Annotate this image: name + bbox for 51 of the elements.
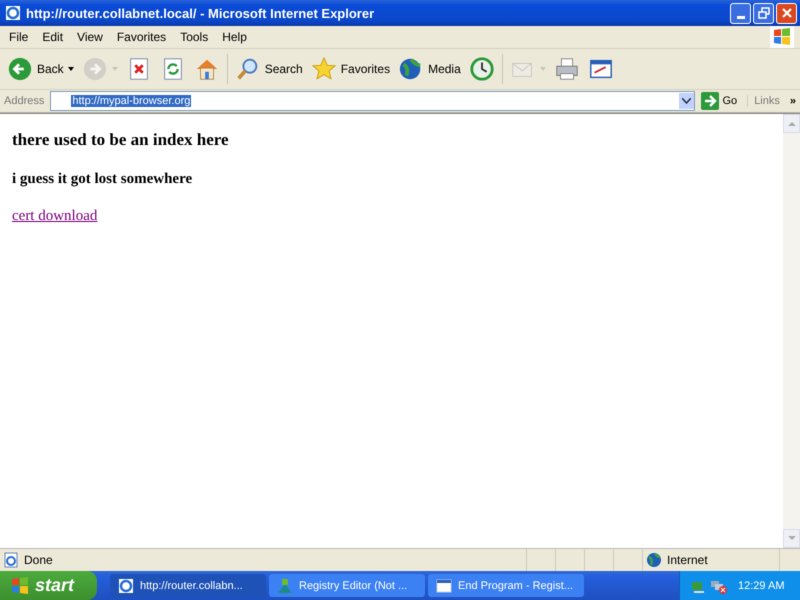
taskbar-button[interactable]: http://router.collabn... — [110, 574, 266, 597]
registry-icon — [277, 578, 293, 594]
browser-icon — [118, 578, 134, 594]
window-icon — [436, 578, 452, 594]
close-icon — [780, 7, 792, 19]
close-button[interactable] — [776, 2, 797, 24]
menu-item[interactable]: File — [2, 28, 36, 46]
menu-item[interactable]: Help — [215, 28, 254, 46]
page-subheading: i guess it got lost somewhere — [12, 171, 194, 188]
caret-icon — [682, 98, 690, 104]
browser-icon — [5, 5, 21, 21]
menu-item[interactable]: Edit — [35, 28, 70, 46]
windows-logo-icon — [10, 576, 30, 596]
scroll-down-button[interactable] — [783, 529, 800, 548]
clock: 12:29 AM — [738, 580, 784, 592]
status-text: Done — [24, 553, 53, 567]
right-arrow-icon — [700, 92, 718, 110]
download-link[interactable]: cert download — [12, 208, 98, 224]
menu-item[interactable]: View — [70, 28, 110, 46]
menu-item[interactable]: Tools — [173, 28, 216, 46]
links-button[interactable]: Links — [747, 95, 786, 107]
page-heading: there used to be an index here — [12, 130, 230, 150]
restore-icon — [758, 7, 770, 19]
taskbar-button[interactable]: End Program - Regist... — [428, 574, 584, 597]
more-links-button[interactable]: » — [786, 95, 800, 107]
media-button[interactable]: Media — [395, 54, 464, 84]
page-icon — [3, 552, 19, 568]
minimize-button[interactable] — [730, 2, 751, 24]
search-button[interactable]: Search — [232, 54, 306, 84]
caret-icon[interactable] — [68, 67, 74, 71]
go-button[interactable]: Go — [694, 92, 748, 110]
star-icon — [310, 56, 337, 82]
scroll-up-button[interactable] — [783, 114, 800, 133]
globe-icon — [646, 552, 662, 568]
restore-button[interactable] — [753, 2, 774, 24]
address-field[interactable]: http://mypal-browser.org — [50, 91, 694, 111]
favorites-button[interactable]: Favorites — [308, 54, 394, 84]
back-button[interactable]: Back — [4, 54, 77, 84]
window-title: http://router.collabnet.local/ - Microsoft Internet Explorer — [26, 6, 376, 20]
address-label: Address — [3, 95, 46, 107]
printer-icon — [554, 56, 580, 82]
menu-item[interactable]: Favorites — [110, 28, 174, 46]
up-arrow-icon — [788, 121, 796, 126]
minimize-icon — [736, 16, 744, 18]
taskbar-button[interactable]: Registry Editor (Not ... — [269, 574, 425, 597]
clock-icon — [468, 56, 495, 82]
zone-text: Internet — [667, 553, 708, 567]
dropdown-button[interactable] — [678, 93, 694, 109]
scrollbar[interactable] — [783, 114, 800, 548]
windows-logo-icon — [770, 26, 794, 48]
down-arrow-icon — [788, 536, 796, 541]
